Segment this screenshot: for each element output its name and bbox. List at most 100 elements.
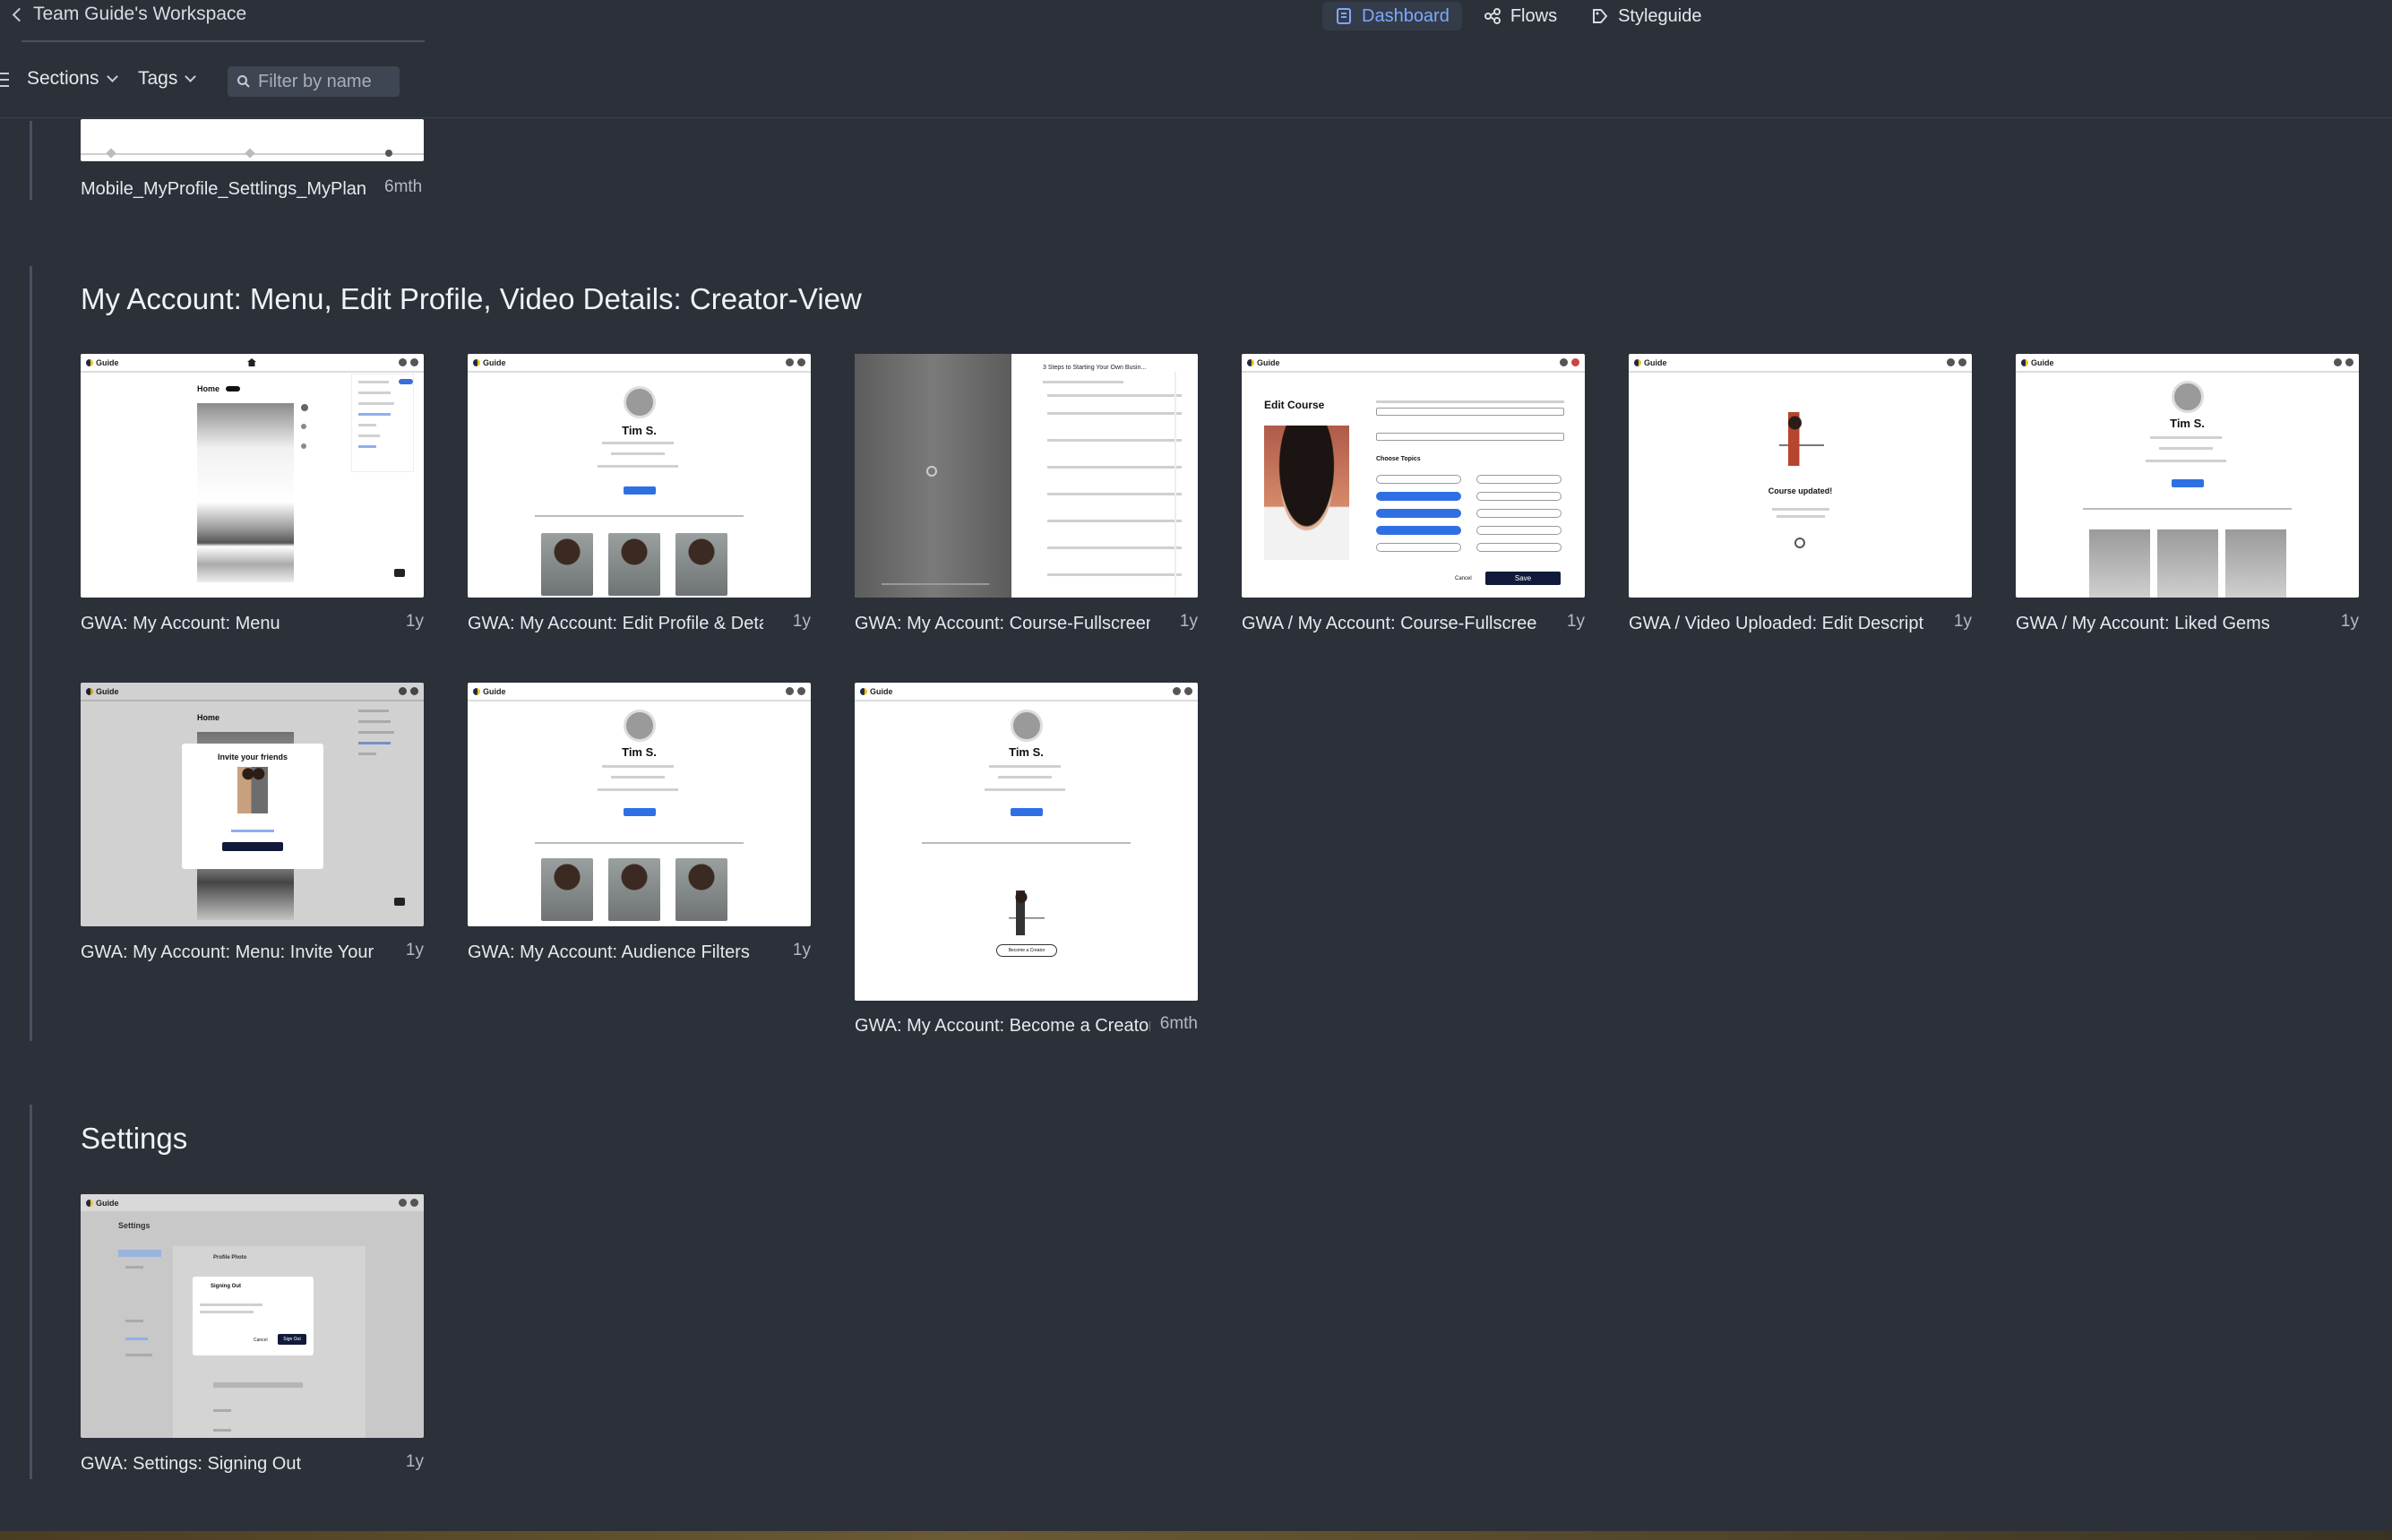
mini-cancel: Cancel <box>1455 576 1472 581</box>
header-icons <box>786 358 805 366</box>
header-icons <box>1173 687 1192 695</box>
screen-thumbnail[interactable]: Guide Course updated! <box>1629 354 1972 598</box>
screen-thumbnail[interactable]: Guide Edit Course Choose Topics Cancel S… <box>1242 354 1585 598</box>
card-age: 1y <box>405 941 424 959</box>
guide-logo: Guide <box>86 1199 119 1208</box>
card-label: GWA: My Account: Audience Filters <box>468 942 750 962</box>
mini-profile-name: Tim S. <box>622 745 657 759</box>
guide-logo: Guide <box>1634 358 1667 367</box>
mini-sign-out-button: Sign Out <box>278 1334 306 1345</box>
card-age: 1y <box>792 941 811 959</box>
mini-settings-title: Settings <box>118 1221 151 1230</box>
chevron-down-icon <box>106 71 118 82</box>
avatar <box>623 710 656 742</box>
screen-thumbnail[interactable]: Guide Home Invite your friends <box>81 683 424 926</box>
header-icons <box>2334 358 2353 366</box>
section-rail <box>30 266 32 1041</box>
dashboard-icon <box>1337 8 1351 24</box>
avatar <box>1010 710 1043 742</box>
main-tabs: Dashboard Flows Styleguide <box>1322 2 1714 30</box>
sections-dropdown-label: Sections <box>27 68 99 89</box>
card-label: GWA / My Account: Course-Fullscreen <box>1242 614 1537 633</box>
tab-styleguide-label: Styleguide <box>1618 5 1702 26</box>
filter-search <box>228 66 400 97</box>
top-bar: Team Guide's Workspace Dashboard Flows S… <box>0 0 2392 32</box>
illustration <box>1779 412 1824 466</box>
video-icon <box>394 898 405 906</box>
header-icons <box>399 1199 418 1207</box>
mini-button <box>2171 479 2204 487</box>
avatar <box>623 386 656 418</box>
prev-card-label: Mobile_MyProfile_Settlings_MyPlan <box>81 179 367 199</box>
guide-logo: Guide <box>473 687 506 696</box>
screen-thumbnail[interactable]: Guide Tim S. Become a Creator <box>855 683 1198 1001</box>
card-age: 1y <box>2340 612 2359 631</box>
guide-logo: Guide <box>2021 358 2054 367</box>
tags-dropdown-label: Tags <box>138 68 178 89</box>
tab-dashboard-label: Dashboard <box>1362 5 1450 26</box>
tab-flows[interactable]: Flows <box>1471 2 1570 30</box>
signing-out-modal: Signing Out Cancel Sign Out <box>193 1277 314 1355</box>
screen-thumbnail[interactable]: 3 Steps to Starting Your Own Busin... <box>855 354 1198 598</box>
bottom-strip <box>0 1531 2392 1540</box>
header-icons <box>1947 358 1966 366</box>
card-label: GWA: My Account: Edit Profile & Details <box>468 614 763 633</box>
section-rail <box>30 121 32 200</box>
mini-cancel: Cancel <box>254 1338 268 1343</box>
mini-profile-name: Tim S. <box>2170 417 2205 430</box>
guide-logo: Guide <box>860 687 893 696</box>
tab-styleguide[interactable]: Styleguide <box>1579 2 1714 30</box>
back-to-workspace[interactable]: Team Guide's Workspace <box>11 4 246 25</box>
prev-section-thumb[interactable] <box>81 119 424 161</box>
filter-input[interactable] <box>258 71 392 92</box>
mini-course-updated: Course updated! <box>1768 486 1833 495</box>
card-age: 1y <box>1566 612 1585 631</box>
card-age: 6mth <box>1159 1014 1198 1033</box>
tags-dropdown[interactable]: Tags <box>138 68 197 90</box>
section-title: Settings <box>81 1122 188 1155</box>
avatar <box>2171 381 2204 413</box>
chevron-left-icon <box>12 7 27 22</box>
invite-modal: Invite your friends <box>182 744 323 869</box>
mini-signing-out-title: Signing Out <box>211 1284 241 1289</box>
workspace-underline <box>22 40 425 42</box>
card-label: GWA: My Account: Menu: Invite Your Frien… <box>81 942 376 962</box>
section-title: My Account: Menu, Edit Profile, Video De… <box>81 282 862 315</box>
search-icon <box>237 75 250 88</box>
screen-thumbnail[interactable]: Guide Home <box>81 354 424 598</box>
screen-thumbnail[interactable]: Guide Tim S. <box>468 683 811 926</box>
card-label: GWA / Video Uploaded: Edit Description <box>1629 614 1924 633</box>
spinner-icon <box>1794 538 1805 548</box>
prev-card-age: 6mth <box>384 177 423 196</box>
header-icons <box>786 687 805 695</box>
video-icon <box>394 569 405 577</box>
mini-invite-title: Invite your friends <box>217 753 288 761</box>
guide-logo: Guide <box>1247 358 1280 367</box>
screen-thumbnail[interactable]: Guide Settings Profile Photo Signing Out… <box>81 1194 424 1438</box>
header-icons <box>1560 358 1579 366</box>
mini-choose-topics: Choose Topics <box>1376 456 1421 462</box>
sections-dropdown[interactable]: Sections <box>27 68 118 90</box>
flows-icon <box>1484 8 1501 24</box>
menu-icon[interactable] <box>0 73 9 87</box>
guide-logo: Guide <box>473 358 506 367</box>
home-icon <box>247 358 256 366</box>
section-rail <box>30 1105 32 1479</box>
card-label: GWA: My Account: Menu <box>81 614 280 633</box>
card-age: 1y <box>405 1452 424 1471</box>
mini-profile-name: Tim S. <box>1009 745 1044 759</box>
header-icons <box>399 358 418 366</box>
screen-thumbnail[interactable]: Guide Tim S. <box>2016 354 2359 598</box>
mini-button <box>623 486 656 495</box>
tab-dashboard[interactable]: Dashboard <box>1322 2 1462 30</box>
guide-logo: Guide <box>86 358 119 367</box>
chevron-down-icon <box>185 71 197 82</box>
mini-course-title: 3 Steps to Starting Your Own Busin... <box>1043 365 1147 371</box>
loading-icon <box>926 466 937 477</box>
mini-become-creator-button: Become a Creator <box>996 944 1057 957</box>
card-label: GWA: Settings: Signing Out <box>81 1454 302 1474</box>
mini-home-title: Home <box>197 384 220 393</box>
tab-flows-label: Flows <box>1510 5 1558 26</box>
screen-thumbnail[interactable]: Guide Tim S. <box>468 354 811 598</box>
card-label: GWA: My Account: Become a Creator <box>855 1016 1150 1036</box>
